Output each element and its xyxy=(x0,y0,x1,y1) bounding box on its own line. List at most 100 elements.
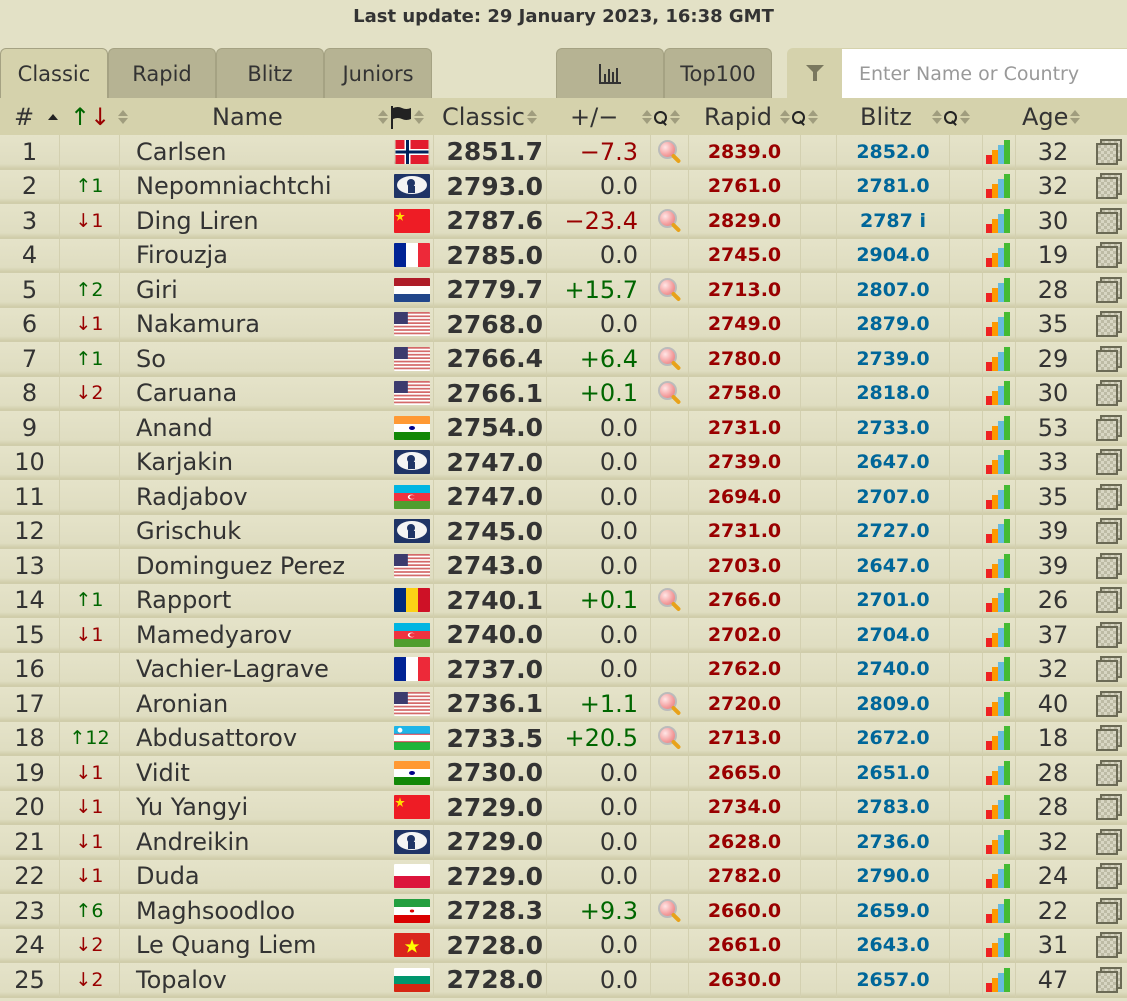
table-row[interactable]: 21 ↓1 Andreikin 2729.0 0.0 2628.0 2736.0 32 xyxy=(0,825,1127,860)
table-row[interactable]: 11 Radjabov 2747.0 0.0 2694.0 2707.0 35 xyxy=(0,480,1127,515)
player-name[interactable]: Vidit xyxy=(120,756,390,790)
table-row[interactable]: 9 Anand 2754.0 0.0 2731.0 2733.0 53 xyxy=(0,411,1127,446)
table-row[interactable]: 1 Carlsen 2851.7 −7.3 2839.0 2852.0 32 xyxy=(0,135,1127,170)
rating-chart-icon[interactable] xyxy=(986,208,1012,233)
column-blitz-search[interactable] xyxy=(930,98,972,135)
column-change[interactable]: ↑ ↓ xyxy=(70,98,130,135)
table-row[interactable]: 18 ↑12 Abdusattorov 2733.5 +20.5 2713.0 2672.0… xyxy=(0,721,1127,756)
games-icon[interactable] xyxy=(1095,518,1122,545)
magnifier-icon[interactable] xyxy=(657,691,683,717)
magnifier-icon[interactable] xyxy=(657,277,683,303)
rating-chart-icon[interactable] xyxy=(986,553,1012,578)
magnifier-icon[interactable] xyxy=(657,380,683,406)
player-name[interactable]: Le Quang Liem xyxy=(120,929,390,963)
rating-chart-icon[interactable] xyxy=(986,277,1012,302)
rating-chart-icon[interactable] xyxy=(986,415,1012,440)
games-icon[interactable] xyxy=(1095,897,1122,924)
column-rapid[interactable]: Rapid xyxy=(704,98,820,135)
column-blitz[interactable]: Blitz xyxy=(860,98,912,135)
table-row[interactable]: 2 ↑1 Nepomniachtchi 2793.0 0.0 2761.0 2781.0 32 xyxy=(0,169,1127,204)
table-row[interactable]: 3 ↓1 Ding Liren 2787.6 −23.4 2829.0 2787 i 30 xyxy=(0,204,1127,239)
player-name[interactable]: Carlsen xyxy=(120,135,390,169)
table-row[interactable]: 7 ↑1 So 2766.4 +6.4 2780.0 2739.0 29 xyxy=(0,342,1127,377)
games-icon[interactable] xyxy=(1095,725,1122,752)
column-diff-search[interactable] xyxy=(640,98,682,135)
column-diff[interactable]: +/− xyxy=(570,98,618,135)
table-row[interactable]: 23 ↑6 Maghsoodloo 2728.3 +9.3 2660.0 2659.0 22 xyxy=(0,894,1127,929)
tab-statistics[interactable] xyxy=(556,48,664,98)
games-icon[interactable] xyxy=(1095,828,1122,855)
search-input[interactable] xyxy=(842,49,1127,98)
table-row[interactable]: 19 ↓1 Vidit 2730.0 0.0 2665.0 2651.0 28 xyxy=(0,756,1127,791)
player-name[interactable]: Anand xyxy=(120,411,390,445)
games-icon[interactable] xyxy=(1095,690,1122,717)
player-name[interactable]: Nakamura xyxy=(120,308,390,342)
player-name[interactable]: Duda xyxy=(120,860,390,894)
magnifier-icon[interactable] xyxy=(657,587,683,613)
games-icon[interactable] xyxy=(1095,966,1122,993)
rating-chart-icon[interactable] xyxy=(986,484,1012,509)
rating-chart-icon[interactable] xyxy=(986,622,1012,647)
magnifier-icon[interactable] xyxy=(657,139,683,165)
rating-chart-icon[interactable] xyxy=(986,381,1012,406)
rating-chart-icon[interactable] xyxy=(986,691,1012,716)
rating-chart-icon[interactable] xyxy=(986,795,1012,820)
magnifier-icon[interactable] xyxy=(657,898,683,924)
player-name[interactable]: Mamedyarov xyxy=(120,618,390,652)
games-icon[interactable] xyxy=(1095,242,1122,269)
table-row[interactable]: 17 Aronian 2736.1 +1.1 2720.0 2809.0 40 xyxy=(0,687,1127,722)
tab-juniors[interactable]: Juniors xyxy=(324,48,432,98)
player-name[interactable]: Aronian xyxy=(120,687,390,721)
rating-chart-icon[interactable] xyxy=(986,726,1012,751)
player-name[interactable]: Grischuk xyxy=(120,515,390,549)
rating-chart-icon[interactable] xyxy=(986,450,1012,475)
magnifier-icon[interactable] xyxy=(657,725,683,751)
rating-chart-icon[interactable] xyxy=(986,174,1012,199)
tab-top100[interactable]: Top100 xyxy=(664,48,772,98)
games-icon[interactable] xyxy=(1095,759,1122,786)
games-icon[interactable] xyxy=(1095,587,1122,614)
player-name[interactable]: Andreikin xyxy=(120,825,390,859)
rating-chart-icon[interactable] xyxy=(986,760,1012,785)
column-age[interactable]: Age xyxy=(1022,98,1082,135)
filter-icon[interactable] xyxy=(787,48,842,98)
rating-chart-icon[interactable] xyxy=(986,312,1012,337)
table-row[interactable]: 8 ↓2 Caruana 2766.1 +0.1 2758.0 2818.0 30 xyxy=(0,376,1127,411)
rating-chart-icon[interactable] xyxy=(986,967,1012,992)
rating-chart-icon[interactable] xyxy=(986,139,1012,164)
games-icon[interactable] xyxy=(1095,311,1122,338)
column-classic[interactable]: Classic xyxy=(442,98,539,135)
table-row[interactable]: 13 Dominguez Perez 2743.0 0.0 2703.0 2647.0 39 xyxy=(0,549,1127,584)
column-flag[interactable] xyxy=(376,98,426,135)
player-name[interactable]: So xyxy=(120,342,390,376)
player-name[interactable]: Radjabov xyxy=(120,480,390,514)
player-name[interactable]: Rapport xyxy=(120,584,390,618)
games-icon[interactable] xyxy=(1095,552,1122,579)
rating-chart-icon[interactable] xyxy=(986,933,1012,958)
rating-chart-icon[interactable] xyxy=(986,829,1012,854)
table-row[interactable]: 12 Grischuk 2745.0 0.0 2731.0 2727.0 39 xyxy=(0,514,1127,549)
column-name[interactable]: Name xyxy=(212,98,283,135)
table-row[interactable]: 5 ↑2 Giri 2779.7 +15.7 2713.0 2807.0 28 xyxy=(0,273,1127,308)
table-row[interactable]: 4 Firouzja 2785.0 0.0 2745.0 2904.0 19 xyxy=(0,238,1127,273)
magnifier-icon[interactable] xyxy=(657,346,683,372)
games-icon[interactable] xyxy=(1095,380,1122,407)
rating-chart-icon[interactable] xyxy=(986,898,1012,923)
games-icon[interactable] xyxy=(1095,207,1122,234)
games-icon[interactable] xyxy=(1095,932,1122,959)
player-name[interactable]: Ding Liren xyxy=(120,204,390,238)
table-row[interactable]: 14 ↑1 Rapport 2740.1 +0.1 2766.0 2701.0 26 xyxy=(0,583,1127,618)
games-icon[interactable] xyxy=(1095,863,1122,890)
player-name[interactable]: Yu Yangyi xyxy=(120,791,390,825)
player-name[interactable]: Nepomniachtchi xyxy=(120,170,390,204)
player-name[interactable]: Vachier-Lagrave xyxy=(120,653,390,687)
tab-blitz[interactable]: Blitz xyxy=(216,48,324,98)
games-icon[interactable] xyxy=(1095,483,1122,510)
games-icon[interactable] xyxy=(1095,449,1122,476)
games-icon[interactable] xyxy=(1095,276,1122,303)
player-name[interactable]: Dominguez Perez xyxy=(120,549,390,583)
rating-chart-icon[interactable] xyxy=(986,864,1012,889)
table-row[interactable]: 10 Karjakin 2747.0 0.0 2739.0 2647.0 33 xyxy=(0,445,1127,480)
table-row[interactable]: 6 ↓1 Nakamura 2768.0 0.0 2749.0 2879.0 35 xyxy=(0,307,1127,342)
tab-classic[interactable]: Classic xyxy=(0,48,108,98)
